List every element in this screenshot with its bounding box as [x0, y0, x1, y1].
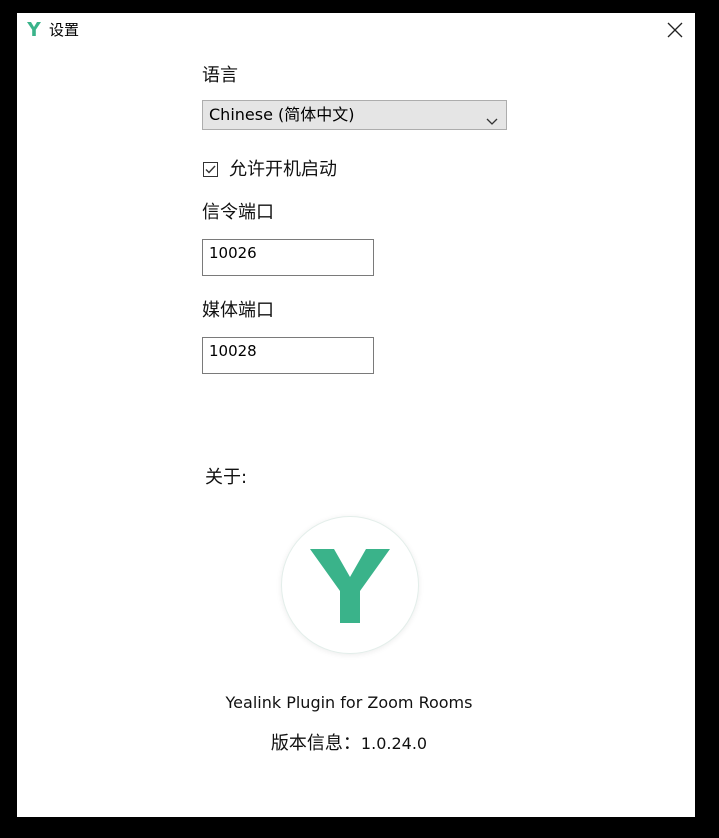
chevron-down-icon — [486, 111, 498, 125]
version-value: 1.0.24.0 — [360, 734, 428, 753]
media-port-label: 媒体端口 — [202, 300, 274, 321]
signal-port-input[interactable] — [202, 239, 374, 276]
version-label: 版本信息： — [270, 733, 361, 754]
media-port-input[interactable] — [202, 337, 374, 374]
language-label: 语言 — [202, 65, 238, 86]
autostart-label: 允许开机启动 — [229, 159, 337, 180]
signal-port-label: 信令端口 — [202, 202, 274, 223]
settings-window: 设置 语言 Chinese (简体中文) 允许开机启动 信令端口 媒体端口 关于… — [17, 13, 695, 817]
language-select[interactable]: Chinese (简体中文) — [202, 100, 507, 130]
close-icon[interactable] — [663, 18, 687, 42]
autostart-option[interactable]: 允许开机启动 — [202, 158, 402, 182]
language-select-value: Chinese (简体中文) — [209, 105, 355, 124]
close-button[interactable] — [663, 18, 687, 42]
product-name: Yealink Plugin for Zoom Rooms — [225, 693, 473, 712]
yealink-y-icon — [26, 21, 42, 37]
window-title: 设置 — [49, 21, 80, 39]
checkbox-checked-icon[interactable] — [203, 162, 218, 177]
about-label: 关于: — [205, 467, 248, 488]
version-info: 版本信息：1.0.24.0 — [17, 731, 681, 757]
title-bar[interactable]: 设置 — [17, 13, 695, 47]
product-logo — [281, 516, 419, 654]
yealink-logo-icon — [310, 549, 390, 623]
